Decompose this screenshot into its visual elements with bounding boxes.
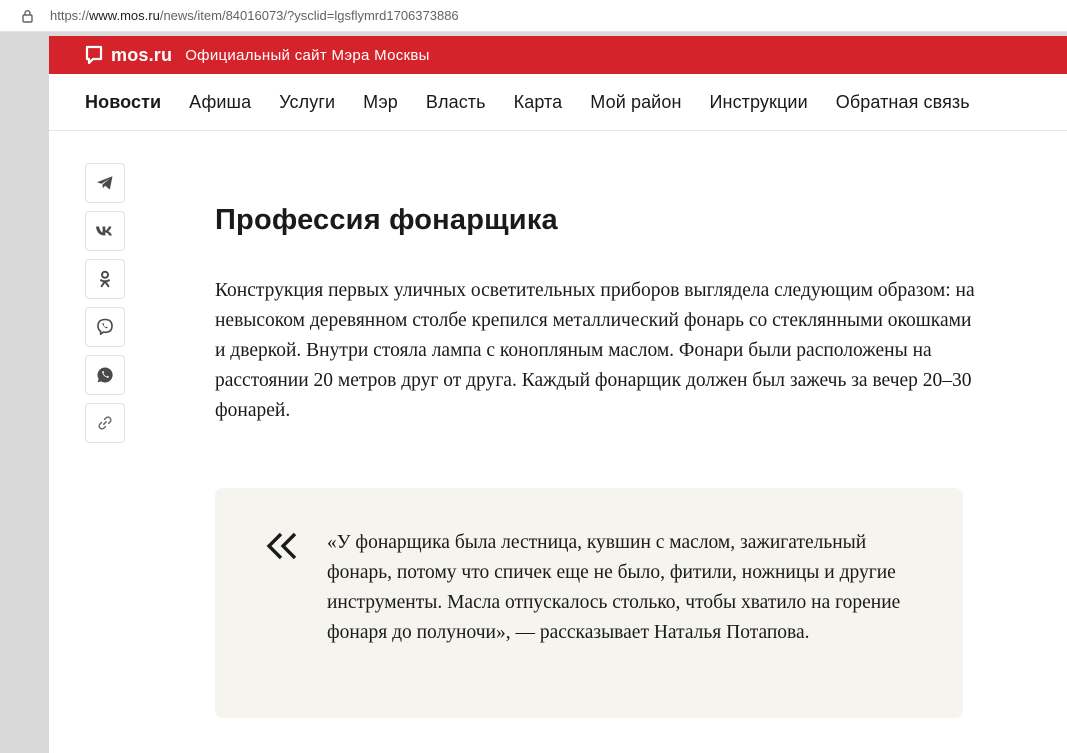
quote-text: «У фонарщика была лестница, кувшин с мас… <box>327 532 901 643</box>
share-telegram-button[interactable] <box>85 163 125 203</box>
url-path: /news/item/84016073/?ysclid=lgsflymrd170… <box>159 8 459 23</box>
mos-logo-icon <box>85 45 103 65</box>
page-margin-left <box>0 32 49 753</box>
article-title: Профессия фонарщика <box>215 204 558 236</box>
nav-item-instructions[interactable]: Инструкции <box>710 92 808 113</box>
article-paragraph: Конструкция первых уличных осветительных… <box>215 280 975 421</box>
copy-link-button[interactable] <box>85 403 125 443</box>
quote-mark-icon <box>265 528 301 568</box>
share-whatsapp-button[interactable] <box>85 355 125 395</box>
browser-address-bar[interactable]: https://www.mos.ru/news/item/84016073/?y… <box>0 0 1067 32</box>
nav-item-my-district[interactable]: Мой район <box>590 92 681 113</box>
quote-block: «У фонарщика была лестница, кувшин с мас… <box>215 488 963 718</box>
telegram-icon <box>96 175 114 191</box>
nav-item-feedback[interactable]: Обратная связь <box>836 92 970 113</box>
lock-icon[interactable] <box>20 9 34 23</box>
url-prefix: https:// <box>50 8 90 23</box>
nav-item-government[interactable]: Власть <box>426 92 486 113</box>
brand-tagline: Официальный сайт Мэра Москвы <box>185 46 430 64</box>
odnoklassniki-icon <box>99 270 111 288</box>
url-host: www.mos.ru <box>89 8 160 23</box>
viber-icon <box>96 318 114 336</box>
share-odnoklassniki-button[interactable] <box>85 259 125 299</box>
nav-item-news[interactable]: Новости <box>85 92 161 113</box>
url-text[interactable]: https://www.mos.ru/news/item/84016073/?y… <box>50 8 459 23</box>
share-buttons <box>85 163 125 451</box>
nav-item-services[interactable]: Услуги <box>279 92 335 113</box>
nav-item-map[interactable]: Карта <box>514 92 563 113</box>
vk-icon <box>95 225 115 237</box>
nav-item-afisha[interactable]: Афиша <box>189 92 251 113</box>
nav-item-mayor[interactable]: Мэр <box>363 92 398 113</box>
share-vk-button[interactable] <box>85 211 125 251</box>
main-nav: Новости Афиша Услуги Мэр Власть Карта Мо… <box>49 74 1067 131</box>
brand-link[interactable]: mos.ru Официальный сайт Мэра Москвы <box>85 45 430 66</box>
site-header: mos.ru Официальный сайт Мэра Москвы <box>49 36 1067 74</box>
whatsapp-icon <box>96 366 114 384</box>
link-icon <box>97 415 113 431</box>
brand-name: mos.ru <box>111 44 173 65</box>
share-viber-button[interactable] <box>85 307 125 347</box>
